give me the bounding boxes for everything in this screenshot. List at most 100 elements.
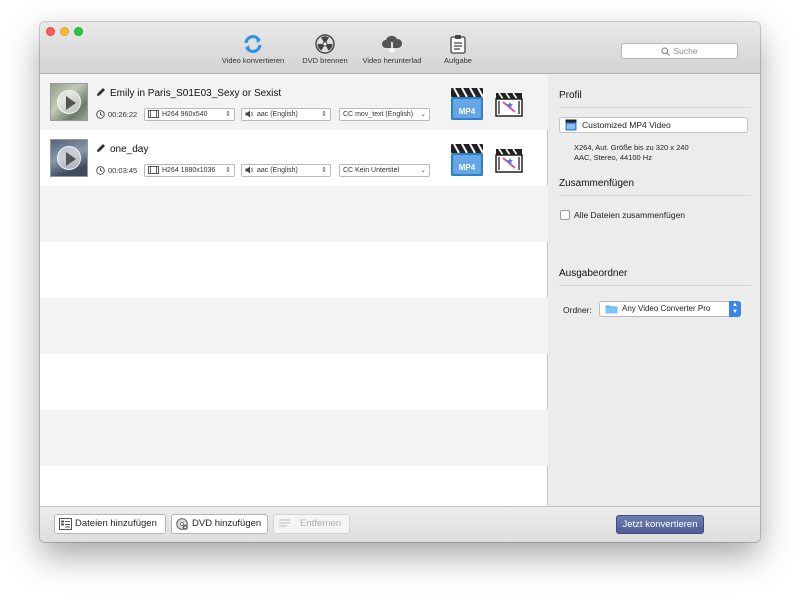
duration-text: 00:26:22: [108, 110, 138, 119]
disc-plus-icon: [176, 518, 188, 530]
radiation-disc-icon: [315, 34, 335, 54]
zoom-window-button[interactable]: [74, 27, 83, 36]
convert-video-tool[interactable]: Video konvertieren: [218, 34, 288, 65]
download-video-label: Video herunterlad: [362, 56, 422, 65]
output-format-button[interactable]: MP4: [450, 87, 484, 126]
updown-arrows-icon: ⇕: [321, 111, 327, 118]
clock-icon: [96, 166, 105, 175]
list-stripe: [40, 242, 548, 298]
subtitle-value: Kein Untertitel: [355, 167, 400, 174]
cloud-download-icon: [382, 35, 403, 54]
divider: [559, 107, 751, 108]
profile-title: Profil: [559, 90, 582, 101]
cc-icon: CC: [343, 167, 354, 174]
profile-value: Customized MP4 Video: [582, 120, 671, 130]
film-strip-icon: [148, 110, 159, 119]
subtitle-select[interactable]: CC Kein Untertitel ⌄: [339, 164, 430, 177]
clipboard-icon: [450, 35, 466, 54]
list-stripe: [40, 186, 548, 242]
edit-video-button[interactable]: [495, 147, 523, 178]
profile-description-line1: X264, Aut. Größe bis zu 320 x 240: [574, 143, 689, 152]
video-track-value: H264 960x540: [162, 111, 208, 118]
list-stripe: [40, 298, 548, 354]
video-track-value: H264 1880x1036: [162, 167, 216, 174]
chevron-down-icon: ⌄: [420, 167, 426, 174]
clapperboard-wand-icon: [495, 92, 523, 117]
search-placeholder: Suche: [673, 46, 698, 56]
list-stripe: [40, 410, 548, 466]
search-input[interactable]: Suche: [621, 43, 738, 59]
subtitle-value: mov_text (English): [355, 111, 414, 118]
add-files-button[interactable]: Dateien hinzufügen: [54, 514, 166, 534]
audio-track-select[interactable]: aac (English) ⇕: [241, 108, 331, 121]
file-duration: 00:03:45: [96, 166, 137, 175]
profile-description-line2: AAC, Stereo, 44100 Hz: [574, 153, 652, 162]
search-icon: [661, 47, 671, 57]
list-stripe: [40, 466, 548, 506]
file-name[interactable]: Emily in Paris_S01E03_Sexy or Sexist: [96, 87, 281, 99]
updown-arrows-icon: ⇕: [321, 167, 327, 174]
output-format-button[interactable]: MP4: [450, 143, 484, 182]
audio-track-value: aac (English): [257, 167, 298, 174]
task-label: Aufgabe: [444, 56, 472, 65]
settings-panel: Profil Customized MP4 Video X264, Aut. G…: [549, 74, 760, 506]
close-window-button[interactable]: [46, 27, 55, 36]
edit-video-button[interactable]: [495, 91, 523, 122]
pencil-icon[interactable]: [96, 143, 106, 153]
output-folder-select[interactable]: Any Video Converter Pro ▲ ▼: [599, 301, 741, 317]
minimize-window-button[interactable]: [60, 27, 69, 36]
film-strip-icon: [148, 166, 159, 175]
add-files-icon: [59, 518, 72, 530]
remove-list-icon: [279, 519, 290, 527]
speaker-icon: [245, 166, 253, 174]
app-window: Video konvertieren DVD brennen Video her…: [40, 22, 760, 542]
convert-now-button[interactable]: Jetzt konvertieren: [616, 515, 704, 534]
add-files-label: Dateien hinzufügen: [75, 518, 157, 529]
download-video-tool[interactable]: Video herunterlad: [358, 34, 426, 65]
burn-dvd-tool[interactable]: DVD brennen: [295, 34, 355, 65]
audio-track-select[interactable]: aac (English) ⇕: [241, 164, 331, 177]
audio-track-value: aac (English): [257, 111, 298, 118]
file-name-text: Emily in Paris_S01E03_Sexy or Sexist: [110, 88, 282, 99]
convert-video-label: Video konvertieren: [221, 56, 285, 65]
bottom-bar: Dateien hinzufügen DVD hinzufügen Entfer…: [40, 506, 760, 542]
merge-title: Zusammenfügen: [559, 178, 635, 189]
video-thumbnail[interactable]: [50, 139, 88, 177]
profile-select-button[interactable]: Customized MP4 Video: [559, 117, 748, 133]
task-tool[interactable]: Aufgabe: [436, 34, 480, 65]
video-thumbnail[interactable]: [50, 83, 88, 121]
folder-icon: [605, 305, 618, 314]
file-row[interactable]: one_day 00:03:45 H264 1880x1036 ⇕ aac (E…: [40, 130, 548, 186]
chevron-down-icon: ⌄: [420, 111, 426, 118]
updown-arrows-icon: ⇕: [225, 167, 231, 174]
merge-checkbox-label[interactable]: Alle Dateien zusammenfügen: [574, 210, 685, 220]
mp4-clapperboard-icon: MP4: [451, 143, 484, 176]
merge-checkbox[interactable]: [560, 210, 570, 220]
pencil-icon[interactable]: [96, 87, 106, 97]
updown-stepper-icon[interactable]: ▲ ▼: [729, 301, 741, 317]
format-label: MP4: [459, 107, 476, 116]
video-track-select[interactable]: H264 960x540 ⇕: [144, 108, 235, 121]
play-icon: [57, 146, 81, 170]
divider: [559, 285, 751, 286]
cc-icon: CC: [343, 111, 354, 118]
file-name-text: one_day: [110, 144, 149, 155]
file-row[interactable]: Emily in Paris_S01E03_Sexy or Sexist 00:…: [40, 74, 548, 130]
video-profile-icon: [565, 119, 577, 131]
list-stripe: [40, 354, 548, 410]
folder-value: Any Video Converter Pro: [622, 304, 711, 313]
remove-button[interactable]: Entfernen: [273, 514, 350, 534]
file-name[interactable]: one_day: [96, 143, 148, 155]
divider: [559, 195, 751, 196]
file-list: Emily in Paris_S01E03_Sexy or Sexist 00:…: [40, 74, 548, 506]
subtitle-select[interactable]: CC mov_text (English) ⌄: [339, 108, 430, 121]
output-folder-title: Ausgabeordner: [559, 268, 628, 279]
clock-icon: [96, 110, 105, 119]
toolbar: Video konvertieren DVD brennen Video her…: [40, 22, 760, 74]
add-dvd-button[interactable]: DVD hinzufügen: [171, 514, 268, 534]
mp4-clapperboard-icon: MP4: [451, 87, 484, 120]
speaker-icon: [245, 110, 253, 118]
video-track-select[interactable]: H264 1880x1036 ⇕: [144, 164, 235, 177]
sync-icon: [244, 35, 262, 53]
duration-text: 00:03:45: [108, 166, 138, 175]
